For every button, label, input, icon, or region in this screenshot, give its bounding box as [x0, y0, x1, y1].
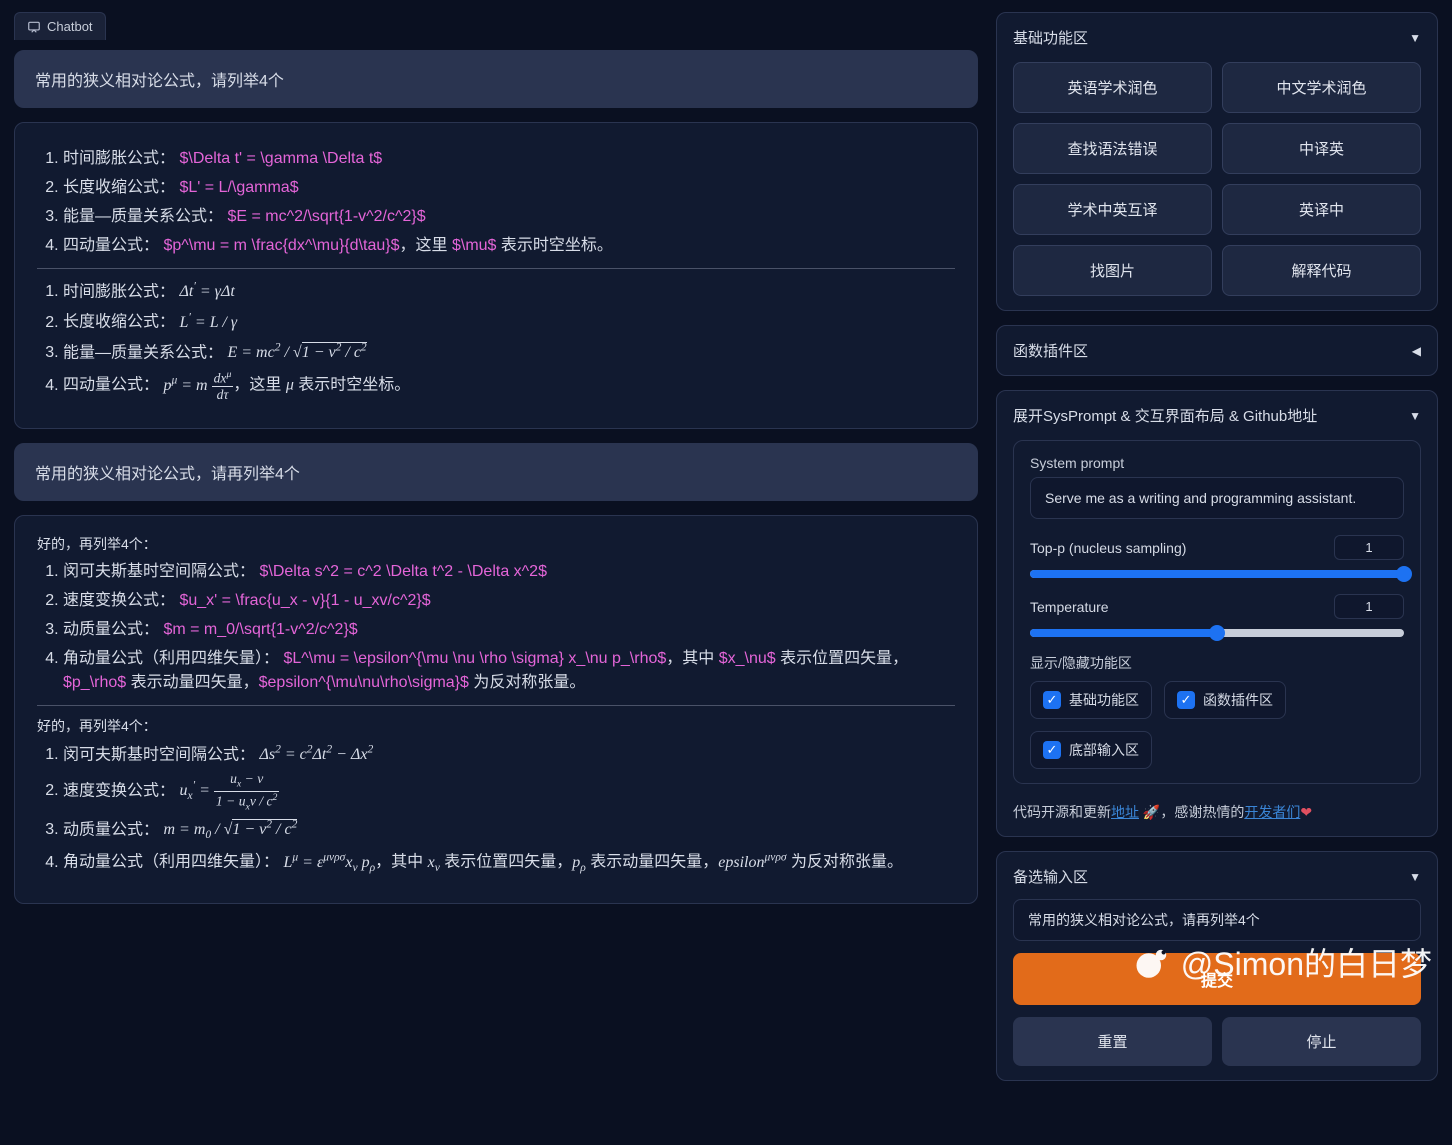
list-item: 能量—质量关系公式： $E = mc^2/\sqrt{1-v^2/c^2}$ — [63, 205, 955, 229]
panel-title: 基础功能区 — [1013, 27, 1088, 48]
list-item: 能量—质量关系公式： E = mc2 / 1 − v2 / c2 — [63, 340, 955, 365]
checkbox-checked-icon: ✓ — [1043, 691, 1061, 709]
plugin-panel-header[interactable]: 函数插件区 ◀ — [1013, 340, 1421, 361]
stop-button[interactable]: 停止 — [1222, 1017, 1421, 1066]
list-item: 角动量公式（利用四维矢量）： Lμ = εμνρσxν pρ，其中 xν 表示位… — [63, 849, 955, 877]
check-plugin[interactable]: ✓ 函数插件区 — [1164, 681, 1286, 719]
check-label: 基础功能区 — [1069, 690, 1139, 710]
checkbox-checked-icon: ✓ — [1177, 691, 1195, 709]
fn-btn-zh2en[interactable]: 中译英 — [1222, 123, 1421, 174]
list-item: 速度变换公式： ux′ = ux − v1 − uxv / c2 — [63, 772, 955, 812]
chevron-down-icon: ▼ — [1409, 409, 1421, 423]
tab-chatbot[interactable]: Chatbot — [14, 12, 106, 40]
assistant-message: 好的，再列举4个： 闵可夫斯基时空间隔公式： $\Delta s^2 = c^2… — [14, 515, 978, 904]
fn-btn-academic-translate[interactable]: 学术中英互译 — [1013, 184, 1212, 235]
chevron-down-icon: ▼ — [1409, 870, 1421, 884]
assistant-intro: 好的，再列举4个： — [37, 534, 955, 554]
submit-button[interactable]: 提交 — [1013, 953, 1421, 1005]
list-item: 四动量公式： pμ = m dxμdτ，这里 μ 表示时空坐标。 — [63, 370, 955, 402]
fn-btn-chinese-polish[interactable]: 中文学术润色 — [1222, 62, 1421, 113]
credit-link-devs[interactable]: 开发者们 — [1244, 804, 1300, 820]
fn-btn-en2zh[interactable]: 英译中 — [1222, 184, 1421, 235]
show-hide-label: 显示/隐藏功能区 — [1030, 653, 1404, 673]
rendered-formula-list: 闵可夫斯基时空间隔公式： Δs2 = c2Δt2 − Δx2 速度变换公式： u… — [37, 742, 955, 877]
user-message: 常用的狭义相对论公式，请列举4个 — [14, 50, 978, 108]
heart-icon: ❤ — [1300, 804, 1312, 820]
panel-title: 备选输入区 — [1013, 866, 1088, 887]
sysprompt-panel-header[interactable]: 展开SysPrompt & 交互界面布局 & Github地址 ▼ — [1013, 405, 1421, 426]
list-item: 速度变换公式： $u_x' = \frac{u_x - v}{1 - u_xv/… — [63, 589, 955, 613]
system-prompt-input[interactable] — [1030, 477, 1404, 519]
list-item: 长度收缩公式： L′ = L / γ — [63, 309, 955, 334]
list-item: 闵可夫斯基时空间隔公式： Δs2 = c2Δt2 − Δx2 — [63, 742, 955, 767]
system-prompt-label: System prompt — [1030, 455, 1404, 471]
rendered-formula-list: 时间膨胀公式： Δt′ = γΔt 长度收缩公式： L′ = L / γ 能量—… — [37, 279, 955, 402]
rocket-icon: 🚀 — [1143, 804, 1160, 820]
list-item: 闵可夫斯基时空间隔公式： $\Delta s^2 = c^2 \Delta t^… — [63, 560, 955, 584]
assistant-intro: 好的，再列举4个： — [37, 716, 955, 736]
list-item: 动质量公式： $m = m_0/\sqrt{1-v^2/c^2}$ — [63, 618, 955, 642]
basic-button-grid: 英语学术润色 中文学术润色 查找语法错误 中译英 学术中英互译 英译中 找图片 … — [1013, 62, 1421, 296]
fn-btn-find-image[interactable]: 找图片 — [1013, 245, 1212, 296]
fn-btn-english-polish[interactable]: 英语学术润色 — [1013, 62, 1212, 113]
user-text: 常用的狭义相对论公式，请再列举4个 — [35, 466, 300, 483]
fn-btn-grammar[interactable]: 查找语法错误 — [1013, 123, 1212, 174]
alt-input-header[interactable]: 备选输入区 ▼ — [1013, 866, 1421, 887]
check-label: 函数插件区 — [1203, 690, 1273, 710]
chevron-down-icon: ▼ — [1409, 31, 1421, 45]
check-bottom-input[interactable]: ✓ 底部输入区 — [1030, 731, 1152, 769]
basic-panel: 基础功能区 ▼ 英语学术润色 中文学术润色 查找语法错误 中译英 学术中英互译 … — [996, 12, 1438, 311]
user-text: 常用的狭义相对论公式，请列举4个 — [35, 73, 284, 90]
check-label: 底部输入区 — [1069, 740, 1139, 760]
alt-input-panel: 备选输入区 ▼ 提交 重置 停止 — [996, 851, 1438, 1081]
list-item: 时间膨胀公式： Δt′ = γΔt — [63, 279, 955, 304]
fn-btn-explain-code[interactable]: 解释代码 — [1222, 245, 1421, 296]
list-item: 四动量公式： $p^\mu = m \frac{dx^\mu}{d\tau}$，… — [63, 234, 955, 258]
raw-formula-list: 闵可夫斯基时空间隔公式： $\Delta s^2 = c^2 \Delta t^… — [37, 560, 955, 695]
topp-value[interactable] — [1334, 535, 1404, 560]
temperature-slider[interactable] — [1030, 629, 1404, 637]
assistant-message: 时间膨胀公式： $\Delta t' = \gamma \Delta t$ 长度… — [14, 122, 978, 429]
credit-line: 代码开源和更新地址 🚀，感谢热情的开发者们❤ — [1013, 802, 1421, 822]
chat-icon — [27, 20, 41, 34]
topp-slider[interactable] — [1030, 570, 1404, 578]
check-basic[interactable]: ✓ 基础功能区 — [1030, 681, 1152, 719]
alt-input-field[interactable] — [1013, 899, 1421, 941]
tab-label: Chatbot — [47, 19, 93, 34]
system-prompt-block: System prompt Top-p (nucleus sampling) T… — [1013, 440, 1421, 784]
reset-button[interactable]: 重置 — [1013, 1017, 1212, 1066]
sysprompt-panel: 展开SysPrompt & 交互界面布局 & Github地址 ▼ System… — [996, 390, 1438, 837]
list-item: 长度收缩公式： $L' = L/\gamma$ — [63, 176, 955, 200]
temperature-value[interactable] — [1334, 594, 1404, 619]
topp-label: Top-p (nucleus sampling) — [1030, 540, 1324, 556]
chat-area: 常用的狭义相对论公式，请列举4个 时间膨胀公式： $\Delta t' = \g… — [14, 50, 978, 1133]
raw-formula-list: 时间膨胀公式： $\Delta t' = \gamma \Delta t$ 长度… — [37, 147, 955, 258]
basic-panel-header[interactable]: 基础功能区 ▼ — [1013, 27, 1421, 48]
panel-title: 展开SysPrompt & 交互界面布局 & Github地址 — [1013, 405, 1317, 426]
list-item: 动质量公式： m = m0 / 1 − v2 / c2 — [63, 817, 955, 845]
panel-title: 函数插件区 — [1013, 340, 1088, 361]
list-item: 角动量公式（利用四维矢量）： $L^\mu = \epsilon^{\mu \n… — [63, 647, 955, 695]
user-message: 常用的狭义相对论公式，请再列举4个 — [14, 443, 978, 501]
credit-link-repo[interactable]: 地址 — [1111, 804, 1139, 820]
temperature-label: Temperature — [1030, 599, 1324, 615]
list-item: 时间膨胀公式： $\Delta t' = \gamma \Delta t$ — [63, 147, 955, 171]
checkbox-checked-icon: ✓ — [1043, 741, 1061, 759]
chevron-left-icon: ◀ — [1412, 344, 1421, 358]
plugin-panel: 函数插件区 ◀ — [996, 325, 1438, 376]
